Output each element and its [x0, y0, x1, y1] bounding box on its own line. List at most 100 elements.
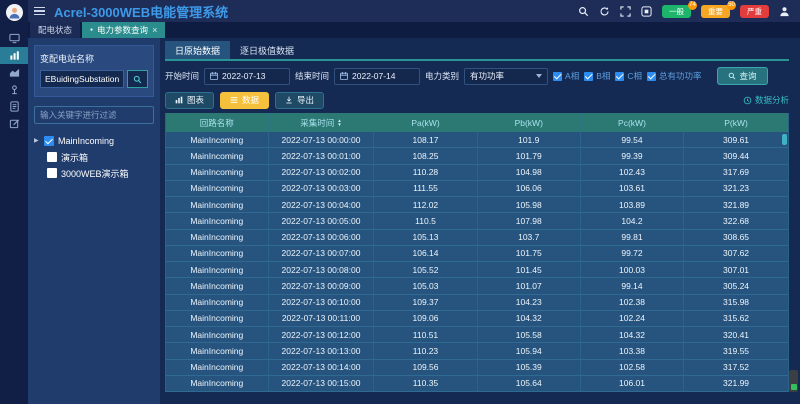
column-header-pb[interactable]: Pb(kW) — [478, 113, 581, 132]
content-area: 日原始数据 逐日极值数据 开始时间 2022-07-13 结束时间 — [160, 38, 800, 404]
total-active-power-checkbox[interactable]: 总有功功率 — [647, 70, 702, 82]
table-row[interactable]: MainIncoming 2022-07-13 00:10:00 109.37 … — [166, 295, 788, 311]
table-row[interactable]: MainIncoming 2022-07-13 00:03:00 111.55 … — [166, 181, 788, 197]
fullscreen-icon[interactable] — [620, 6, 631, 17]
table-row[interactable]: MainIncoming 2022-07-13 00:06:00 105.13 … — [166, 230, 788, 246]
table-row[interactable]: MainIncoming 2022-07-13 00:05:00 110.5 1… — [166, 213, 788, 229]
tab-daily-raw-data[interactable]: 日原始数据 — [165, 41, 230, 59]
close-icon[interactable]: × — [152, 26, 157, 35]
report-icon[interactable] — [0, 98, 28, 115]
checkbox-unchecked[interactable] — [47, 152, 57, 162]
query-label: 查询 — [740, 70, 757, 82]
column-header-time[interactable]: 采集时间 ▲▼ — [269, 113, 375, 132]
tree-item-demo-box[interactable]: 演示箱 — [34, 149, 154, 165]
table-body: MainIncoming 2022-07-13 00:00:00 108.17 … — [166, 132, 788, 392]
download-icon — [285, 96, 293, 104]
navbar-actions: 一般 74 重要 50 严重 — [578, 5, 790, 18]
table-row[interactable]: MainIncoming 2022-07-13 00:02:00 110.28 … — [166, 165, 788, 181]
search-icon[interactable] — [578, 6, 589, 17]
column-header-pa[interactable]: Pa(kW) — [374, 113, 477, 132]
tab-power-parameter-query[interactable]: ● 电力参数查询 × — [82, 22, 165, 38]
phase-c-checkbox[interactable]: C相 — [615, 70, 642, 82]
cell-p: 320.41 — [684, 327, 788, 342]
checkbox-unchecked[interactable] — [47, 168, 57, 178]
start-date-input[interactable]: 2022-07-13 — [204, 68, 290, 85]
chart-view-button[interactable]: 图表 — [165, 92, 214, 109]
hamburger-icon[interactable] — [34, 7, 45, 16]
table-row[interactable]: MainIncoming 2022-07-13 00:04:00 112.02 … — [166, 197, 788, 213]
column-header-pc[interactable]: Pc(kW) — [581, 113, 684, 132]
table-row[interactable]: MainIncoming 2022-07-13 00:01:00 108.25 … — [166, 148, 788, 164]
alarm-severe-button[interactable]: 严重 — [740, 5, 769, 18]
cell-pc: 103.38 — [581, 343, 684, 358]
alarm-general-button[interactable]: 一般 74 — [662, 5, 691, 18]
table-row[interactable]: MainIncoming 2022-07-13 00:08:00 105.52 … — [166, 262, 788, 278]
data-table: 回路名称 采集时间 ▲▼ Pa(kW) Pb(kW) Pc(kW) P(kW) — [165, 113, 789, 392]
chart-icon — [175, 96, 183, 104]
body: 变配电站名称 ▶ MainIncoming — [28, 38, 800, 404]
cell-p: 305.24 — [684, 278, 788, 293]
cell-collect-time: 2022-07-13 00:11:00 — [269, 311, 375, 326]
alarm-important-label: 重要 — [708, 7, 723, 16]
data-view-button[interactable]: 数据 — [220, 92, 269, 109]
end-date-input[interactable]: 2022-07-14 — [334, 68, 420, 85]
phase-a-checkbox[interactable]: A相 — [553, 70, 579, 82]
column-header-circuit[interactable]: 回路名称 — [166, 113, 269, 132]
table-row[interactable]: MainIncoming 2022-07-13 00:09:00 105.03 … — [166, 278, 788, 294]
search-icon — [728, 72, 736, 80]
station-search-button[interactable] — [127, 70, 148, 88]
cell-circuit-name: MainIncoming — [166, 132, 269, 147]
table-scrollbar-thumb[interactable] — [782, 134, 787, 145]
station-input[interactable] — [40, 70, 124, 88]
cell-p: 307.62 — [684, 246, 788, 261]
data-button-label: 数据 — [242, 94, 259, 106]
cell-collect-time: 2022-07-13 00:12:00 — [269, 327, 375, 342]
phase-b-checkbox[interactable]: B相 — [584, 70, 610, 82]
cell-pb: 103.7 — [478, 230, 581, 245]
tree-filter-input[interactable] — [34, 106, 154, 124]
table-row[interactable]: MainIncoming 2022-07-13 00:14:00 109.56 … — [166, 360, 788, 376]
cell-pa: 110.5 — [374, 213, 477, 228]
cell-circuit-name: MainIncoming — [166, 213, 269, 228]
bar-chart-icon[interactable] — [0, 47, 28, 64]
cell-pb: 101.9 — [478, 132, 581, 147]
data-analysis-link[interactable]: 数据分析 — [743, 94, 789, 106]
cell-pb: 104.32 — [478, 311, 581, 326]
cell-collect-time: 2022-07-13 00:15:00 — [269, 376, 375, 391]
device-icon[interactable] — [0, 81, 28, 98]
edit-icon[interactable] — [0, 115, 28, 132]
user-icon[interactable] — [779, 6, 790, 17]
refresh-icon[interactable] — [599, 6, 610, 17]
sort-icon[interactable]: ▲▼ — [337, 119, 341, 126]
user-avatar-icon — [8, 6, 21, 19]
table-row[interactable]: MainIncoming 2022-07-13 00:13:00 110.23 … — [166, 343, 788, 359]
tree-item-3000web-demo-box[interactable]: 3000WEB演示箱 — [34, 165, 154, 181]
cell-collect-time: 2022-07-13 00:02:00 — [269, 165, 375, 180]
table-row[interactable]: MainIncoming 2022-07-13 00:07:00 106.14 … — [166, 246, 788, 262]
tab-label: 日原始数据 — [175, 44, 220, 57]
chevron-down-icon — [536, 74, 542, 78]
floating-widget[interactable] — [789, 370, 798, 392]
power-category-select[interactable]: 有功功率 — [464, 68, 548, 85]
table-row[interactable]: MainIncoming 2022-07-13 00:15:00 110.35 … — [166, 376, 788, 392]
table-row[interactable]: MainIncoming 2022-07-13 00:00:00 108.17 … — [166, 132, 788, 148]
export-button[interactable]: 导出 — [275, 92, 324, 109]
table-row[interactable]: MainIncoming 2022-07-13 00:11:00 109.06 … — [166, 311, 788, 327]
tab-distribution-status[interactable]: 配电状态 — [30, 22, 80, 38]
column-header-p[interactable]: P(kW) — [684, 113, 788, 132]
apps-icon[interactable] — [641, 6, 652, 17]
cell-pb: 104.98 — [478, 165, 581, 180]
power-category-label: 电力类别 — [425, 70, 459, 82]
dashboard-icon[interactable] — [0, 30, 28, 47]
analysis-icon — [743, 96, 752, 105]
table-row[interactable]: MainIncoming 2022-07-13 00:12:00 110.51 … — [166, 327, 788, 343]
tab-daily-extreme-data[interactable]: 逐日极值数据 — [230, 41, 304, 59]
alarm-important-button[interactable]: 重要 50 — [701, 5, 730, 18]
area-chart-icon[interactable] — [0, 64, 28, 81]
avatar[interactable] — [6, 4, 23, 21]
tree-item-main-incoming[interactable]: ▶ MainIncoming — [34, 133, 154, 149]
query-button[interactable]: 查询 — [717, 67, 768, 85]
cell-collect-time: 2022-07-13 00:07:00 — [269, 246, 375, 261]
checkbox-checked[interactable] — [44, 136, 54, 146]
caret-icon[interactable]: ▶ — [34, 138, 40, 144]
